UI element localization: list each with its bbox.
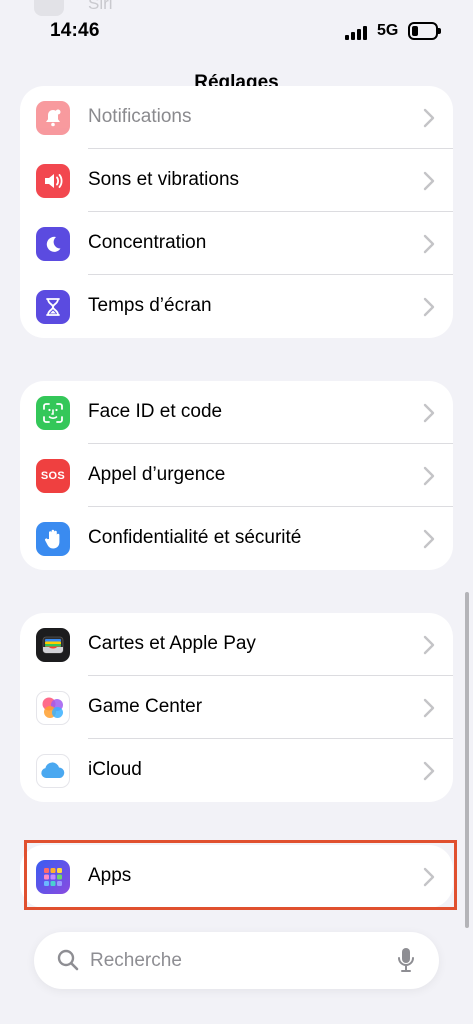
chevron-right-icon <box>423 403 435 423</box>
search-bar[interactable]: Recherche <box>34 932 439 989</box>
sos-icon: SOS <box>36 459 70 493</box>
battery-icon <box>408 22 441 40</box>
chevron-right-icon <box>423 171 435 191</box>
row-label: Confidentialité et sécurité <box>88 527 302 548</box>
status-bar: Siri 14:46 5G <box>0 0 473 64</box>
row-label: Cartes et Apple Pay <box>88 633 256 654</box>
row-focus[interactable]: Concentration <box>20 212 453 275</box>
chevron-right-icon <box>423 635 435 655</box>
row-label: Notifications <box>88 106 192 127</box>
status-time: 14:46 <box>50 20 100 41</box>
highlight-box <box>24 840 457 910</box>
moon-icon <box>36 227 70 261</box>
search-icon <box>57 949 79 971</box>
row-label: Sons et vibrations <box>88 169 240 190</box>
row-label: Appel d’urgence <box>88 464 226 485</box>
chevron-right-icon <box>423 761 435 781</box>
settings-group-3: Cartes et Apple Pay Game Center iCloud <box>20 613 453 802</box>
hand-icon <box>36 522 70 556</box>
row-screen-time[interactable]: Temps d’écran <box>20 275 453 338</box>
row-label: iCloud <box>88 759 142 780</box>
face-id-icon <box>36 396 70 430</box>
cloud-icon <box>36 754 70 788</box>
bell-icon <box>36 101 70 135</box>
row-game-center[interactable]: Game Center <box>20 676 453 739</box>
microphone-icon[interactable] <box>397 947 415 973</box>
chevron-right-icon <box>423 234 435 254</box>
chevron-right-icon <box>423 529 435 549</box>
hourglass-icon <box>36 290 70 324</box>
row-emergency-sos[interactable]: SOS Appel d’urgence <box>20 444 453 507</box>
game-center-icon <box>36 691 70 725</box>
scroll-indicator[interactable] <box>465 592 469 928</box>
settings-group-1: Notifications Sons et vibrations Concent… <box>20 86 453 338</box>
search-input[interactable]: Recherche <box>90 950 182 972</box>
row-wallet[interactable]: Cartes et Apple Pay <box>20 613 453 676</box>
row-privacy[interactable]: Confidentialité et sécurité <box>20 507 453 570</box>
row-notifications[interactable]: Notifications <box>20 86 453 149</box>
cellular-signal-icon <box>345 24 371 40</box>
siri-icon <box>34 0 64 16</box>
chevron-right-icon <box>423 466 435 486</box>
siri-ghost-label: Siri <box>88 0 113 13</box>
wallet-icon <box>36 628 70 662</box>
row-sounds[interactable]: Sons et vibrations <box>20 149 453 212</box>
row-icloud[interactable]: iCloud <box>20 739 453 802</box>
row-label: Concentration <box>88 232 207 253</box>
row-label: Face ID et code <box>88 401 223 422</box>
row-face-id[interactable]: Face ID et code <box>20 381 453 444</box>
chevron-right-icon <box>423 297 435 317</box>
row-label: Game Center <box>88 696 203 717</box>
speaker-icon <box>36 164 70 198</box>
settings-group-2: Face ID et code SOS Appel d’urgence Conf… <box>20 381 453 570</box>
network-type: 5G <box>377 22 399 39</box>
chevron-right-icon <box>423 698 435 718</box>
chevron-right-icon <box>423 108 435 128</box>
row-label: Temps d’écran <box>88 295 212 316</box>
